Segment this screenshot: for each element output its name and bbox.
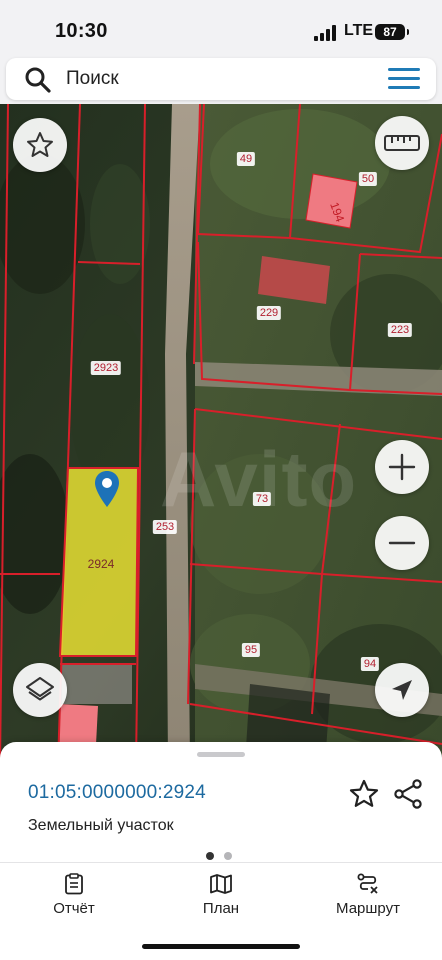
share-icon[interactable] bbox=[392, 778, 424, 810]
status-time: 10:30 bbox=[55, 20, 108, 42]
parcel-label-253[interactable]: 253 bbox=[152, 520, 178, 534]
signal-icon bbox=[314, 25, 336, 41]
parcel-label-50[interactable]: 50 bbox=[358, 172, 378, 186]
page-dot-active bbox=[206, 852, 214, 860]
plus-icon bbox=[388, 453, 416, 481]
nav-plan[interactable]: План bbox=[161, 866, 281, 918]
parcel-label-49[interactable]: 49 bbox=[236, 152, 256, 166]
parcel-label-229[interactable]: 229 bbox=[256, 306, 282, 320]
search-bar[interactable]: Поиск bbox=[6, 58, 436, 100]
watermark: Avito bbox=[160, 435, 358, 523]
route-icon bbox=[357, 873, 378, 894]
nav-plan-label: План bbox=[202, 900, 240, 917]
parcel-label-94[interactable]: 94 bbox=[360, 657, 380, 671]
page-dot bbox=[224, 852, 232, 860]
network-type: LTE bbox=[344, 22, 374, 39]
my-location-button[interactable] bbox=[375, 663, 429, 717]
parcel-info-sheet[interactable]: 01:05:0000000:2924 Земельный участок bbox=[0, 742, 442, 960]
parcel-label-73[interactable]: 73 bbox=[252, 492, 272, 506]
map-view[interactable]: 194 Avito 49 50 229 223 2923 2924 253 73… bbox=[0, 104, 442, 764]
search-icon[interactable] bbox=[24, 66, 52, 94]
search-input[interactable]: Поиск bbox=[66, 68, 119, 90]
ruler-button[interactable] bbox=[375, 116, 429, 170]
layers-icon bbox=[26, 677, 54, 701]
parcel-label-2924[interactable]: 2924 bbox=[85, 557, 118, 571]
divider bbox=[0, 862, 442, 863]
favorite-map-button[interactable] bbox=[13, 118, 67, 172]
navigation-arrow-icon bbox=[392, 680, 412, 700]
clipboard-icon bbox=[65, 873, 83, 895]
star-icon bbox=[27, 132, 53, 157]
bottom-nav: Отчёт План Маршрут bbox=[0, 866, 442, 926]
nav-route-label: Маршрут bbox=[336, 900, 400, 917]
minus-icon bbox=[388, 541, 416, 545]
battery-icon: 87 bbox=[375, 24, 409, 40]
location-pin-icon[interactable] bbox=[94, 470, 120, 508]
status-bar: 10:30 LTE 87 bbox=[0, 0, 442, 56]
zoom-out-button[interactable] bbox=[375, 516, 429, 570]
property-type: Земельный участок bbox=[28, 817, 174, 834]
zoom-in-button[interactable] bbox=[375, 440, 429, 494]
nav-report-label: Отчёт bbox=[53, 900, 95, 917]
sheet-drag-handle[interactable] bbox=[197, 752, 245, 757]
home-indicator[interactable] bbox=[142, 944, 300, 949]
favorite-star-icon[interactable] bbox=[348, 778, 380, 810]
parcel-label-2923[interactable]: 2923 bbox=[90, 361, 122, 375]
map-icon bbox=[210, 874, 232, 894]
layers-button[interactable] bbox=[13, 663, 67, 717]
cadastral-number[interactable]: 01:05:0000000:2924 bbox=[28, 782, 206, 804]
nav-report[interactable]: Отчёт bbox=[14, 866, 134, 918]
menu-icon[interactable] bbox=[388, 68, 420, 90]
parcel-label-223[interactable]: 223 bbox=[387, 323, 413, 337]
nav-route[interactable]: Маршрут bbox=[308, 866, 428, 918]
ruler-icon bbox=[384, 135, 420, 151]
parcel-label-95[interactable]: 95 bbox=[241, 643, 261, 657]
